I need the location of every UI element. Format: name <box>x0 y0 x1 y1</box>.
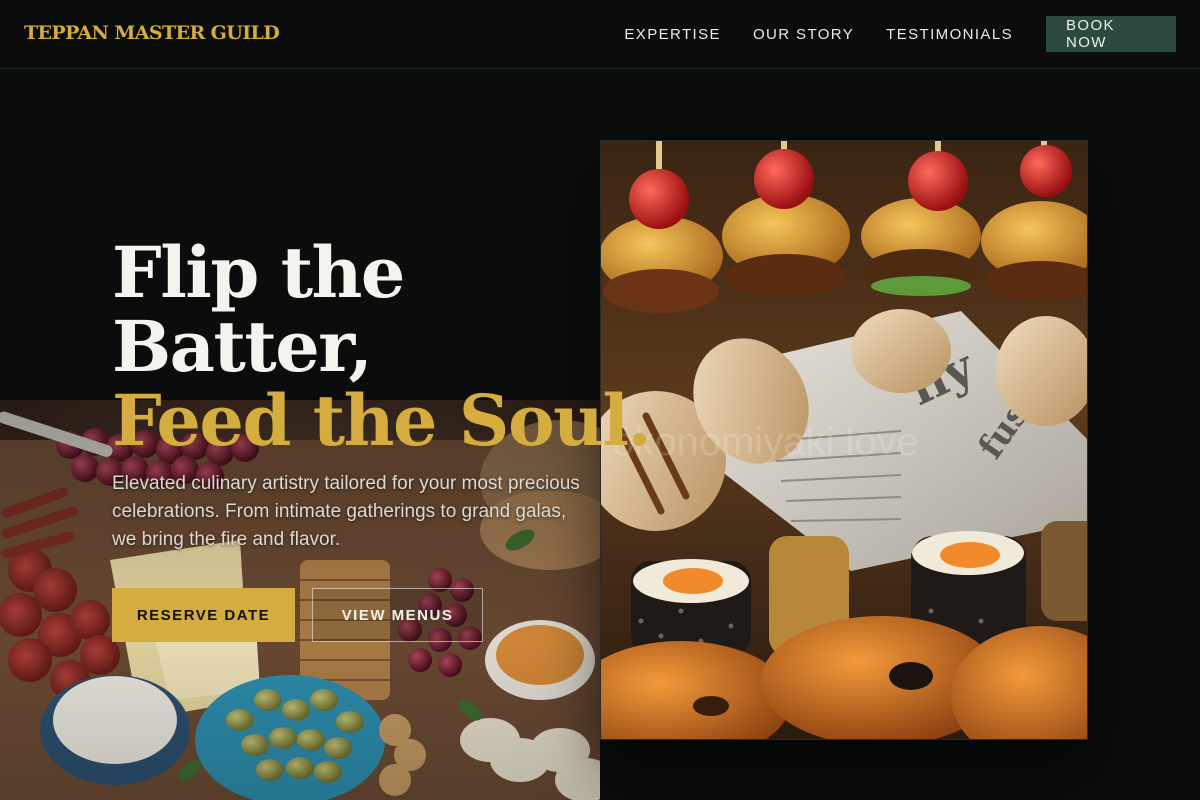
nav-link-our-story[interactable]: OUR STORY <box>753 26 854 43</box>
appetizer-platter-photo: ily fusi <box>600 140 1088 740</box>
book-now-button[interactable]: BOOK NOW <box>1046 16 1176 52</box>
main-nav: EXPERTISE OUR STORY TESTIMONIALS BOOK NO… <box>592 0 1176 68</box>
hero-section: Flip the Batter, Feed the Soul. Elevated… <box>112 231 652 642</box>
reserve-date-button[interactable]: RESERVE DATE <box>112 588 295 642</box>
hero-title: Flip the Batter, Feed the Soul. <box>112 231 652 462</box>
hero-subtitle: Elevated culinary artistry tailored for … <box>112 473 580 550</box>
hero-actions: RESERVE DATE VIEW MENUS <box>112 588 602 642</box>
view-menus-button[interactable]: VIEW MENUS <box>312 588 483 642</box>
brand-logo[interactable]: TEPPAN MASTER GUILD <box>24 22 280 44</box>
nav-link-expertise[interactable]: EXPERTISE <box>624 26 721 43</box>
nav-link-testimonials[interactable]: TESTIMONIALS <box>886 26 1013 43</box>
site-header: TEPPAN MASTER GUILD EXPERTISE OUR STORY … <box>0 0 1200 69</box>
hero-title-line-1: Flip the <box>112 231 405 314</box>
hero-title-accent: Feed the Soul. <box>112 379 652 462</box>
hero-title-line-2: Batter, <box>112 305 373 388</box>
